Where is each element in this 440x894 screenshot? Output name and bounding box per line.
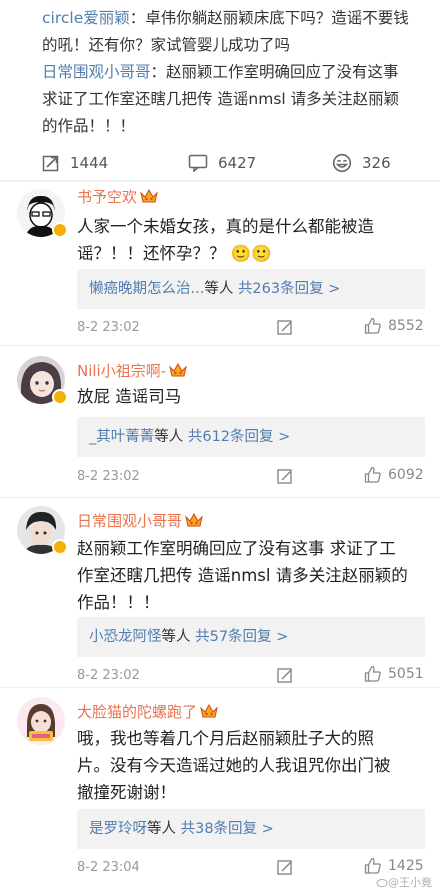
repost-text: ：卓伟你躺赵丽颖床底下吗？造谣不要钱 xyxy=(129,9,409,27)
watermark-text: @王小竟 xyxy=(388,876,432,889)
comment-line-text: 谣？！！还怀孕？？ xyxy=(77,244,226,263)
repost-line-5: 的作品！！！ xyxy=(42,117,136,135)
thumbs-up-icon xyxy=(364,317,381,334)
reply-icon[interactable] xyxy=(277,468,294,489)
smile-like-icon xyxy=(332,153,352,173)
reply-summary[interactable]: 是罗玲呀等人 共38条回复 > xyxy=(77,809,425,849)
vip-crown-icon xyxy=(200,703,218,718)
like-button[interactable]: 326 xyxy=(332,153,391,173)
comment-line: 人家一个未婚女孩，真的是什么都能被造 xyxy=(77,217,374,236)
emoji: 🙂🙂 xyxy=(230,244,272,263)
repost-icon xyxy=(42,155,59,172)
comment-line: 赵丽颖工作室明确回应了没有这事 求证了工 xyxy=(77,539,396,558)
reply-count-link[interactable]: 共38条回复 > xyxy=(181,821,274,837)
repost-button[interactable]: 1444 xyxy=(42,154,108,172)
reply-user[interactable]: _其叶菁菁 xyxy=(89,429,154,445)
reply-suffix: 等人 xyxy=(154,429,184,445)
reply-count-link[interactable]: 共57条回复 > xyxy=(195,629,288,645)
reply-user[interactable]: 懒癌晚期怎么治... xyxy=(89,281,204,297)
comment-username[interactable]: Nili小祖宗啊- xyxy=(77,360,188,381)
comment-line: 片。没有今天造谣过她的人我诅咒你出门被 xyxy=(77,756,391,775)
reply-icon[interactable] xyxy=(277,319,294,340)
comment-text: 赵丽颖工作室明确回应了没有这事 求证了工 作室还瞎几把传 造谣nmsl 请多关注… xyxy=(77,535,427,616)
repost-username[interactable]: 日常围观小哥哥 xyxy=(42,63,151,81)
comment-line: 撤撞死谢谢！ xyxy=(77,783,176,802)
thumbs-up-icon xyxy=(364,857,381,874)
reply-summary[interactable]: _其叶菁菁等人 共612条回复 > xyxy=(77,417,425,457)
comment-button[interactable]: 6427 xyxy=(188,154,256,172)
comment-item: 书予空欢 人家一个未婚女孩，真的是什么都能被造 谣？！！还怀孕？？ 🙂🙂 懒癌晚… xyxy=(0,182,440,346)
username-text: Nili小祖宗啊- xyxy=(77,362,167,380)
comment-like-button[interactable]: 8552 xyxy=(364,317,424,335)
comment-item: 大脸猫的陀螺跑了 哦，我也等着几个月后赵丽颖肚子大的照 片。没有今天造谣过她的人… xyxy=(0,688,440,894)
vip-crown-icon xyxy=(185,512,203,527)
comment-username[interactable]: 日常围观小哥哥 xyxy=(77,510,203,531)
like-count: 1425 xyxy=(388,858,424,874)
vip-crown-icon xyxy=(169,362,188,377)
thumbs-up-icon xyxy=(364,466,381,483)
repost-line-1: circle爱丽颖：卓伟你躺赵丽颖床底下吗？造谣不要钱 xyxy=(42,5,426,32)
vip-crown-icon xyxy=(140,188,158,203)
comment-icon xyxy=(188,154,208,172)
comment-text: 放屁 造谣司马 xyxy=(77,383,427,410)
like-count: 8552 xyxy=(388,318,424,334)
comment-like-button[interactable]: 5051 xyxy=(364,665,424,683)
comment-text: 人家一个未婚女孩，真的是什么都能被造 谣？！！还怀孕？？ 🙂🙂 xyxy=(77,213,427,267)
reply-count-link[interactable]: 共612条回复 > xyxy=(188,429,290,445)
reply-summary[interactable]: 小恐龙阿怪等人 共57条回复 > xyxy=(77,617,425,657)
comment-time: 8-2 23:02 xyxy=(77,469,140,484)
repost-line-4: 求证了工作室还瞎几把传 造谣nmsl 请多关注赵丽颖 xyxy=(42,90,400,108)
reply-suffix: 等人 xyxy=(204,281,234,297)
watermark: @王小竟 xyxy=(376,874,432,890)
like-count: 6092 xyxy=(388,467,424,483)
reposted-content: circle爱丽颖：卓伟你躺赵丽颖床底下吗？造谣不要钱 的吼！还有你？家试管婴儿… xyxy=(0,0,440,146)
comment-count: 6427 xyxy=(218,154,257,172)
comment-line: 哦，我也等着几个月后赵丽颖肚子大的照 xyxy=(77,729,374,748)
comment-line: 谣？！！还怀孕？？ 🙂🙂 xyxy=(77,240,427,267)
comment-username[interactable]: 书予空欢 xyxy=(77,186,158,207)
reply-icon[interactable] xyxy=(277,667,294,688)
verified-badge-icon xyxy=(52,389,68,405)
verified-badge-icon xyxy=(52,539,68,555)
repost-username[interactable]: circle爱丽颖 xyxy=(42,9,130,27)
like-count: 326 xyxy=(362,154,391,172)
reply-suffix: 等人 xyxy=(147,821,176,837)
comment-line: 作室还瞎几把传 造谣nmsl 请多关注赵丽颖的 xyxy=(77,566,408,585)
comment-time: 8-2 23:04 xyxy=(77,860,140,875)
comment-line: 放屁 造谣司马 xyxy=(77,387,182,406)
reply-user[interactable]: 是罗玲呀 xyxy=(89,821,147,837)
comment-username[interactable]: 大脸猫的陀螺跑了 xyxy=(77,701,218,722)
like-count: 5051 xyxy=(388,666,424,682)
username-text: 日常围观小哥哥 xyxy=(77,512,183,530)
reply-user[interactable]: 小恐龙阿怪 xyxy=(89,629,162,645)
post-action-bar: 1444 6427 326 xyxy=(0,146,440,180)
reply-suffix: 等人 xyxy=(161,629,191,645)
username-text: 大脸猫的陀螺跑了 xyxy=(77,703,198,721)
comment-time: 8-2 23:02 xyxy=(77,320,140,335)
weibo-logo-icon xyxy=(376,879,388,887)
username-text: 书予空欢 xyxy=(77,188,138,206)
comment-item: 日常围观小哥哥 赵丽颖工作室明确回应了没有这事 求证了工 作室还瞎几把传 造谣n… xyxy=(0,498,440,688)
reply-summary[interactable]: 懒癌晚期怎么治...等人 共263条回复 > xyxy=(77,269,425,309)
comment-like-button[interactable]: 1425 xyxy=(364,857,424,875)
repost-count: 1444 xyxy=(70,154,109,172)
comment-line: 作品！！！ xyxy=(77,593,160,612)
comment-like-button[interactable]: 6092 xyxy=(364,466,424,484)
avatar[interactable] xyxy=(17,697,65,745)
comment-text: 哦，我也等着几个月后赵丽颖肚子大的照 片。没有今天造谣过她的人我诅咒你出门被 撤… xyxy=(77,725,427,806)
reply-count-link[interactable]: 共263条回复 > xyxy=(238,281,340,297)
reply-icon[interactable] xyxy=(277,859,294,880)
comment-time: 8-2 23:02 xyxy=(77,668,140,683)
comment-item: Nili小祖宗啊- 放屁 造谣司马 _其叶菁菁等人 共612条回复 > 8-2 … xyxy=(0,346,440,498)
repost-line-3: 日常围观小哥哥：赵丽颖工作室明确回应了没有这事 xyxy=(42,59,426,86)
thumbs-up-icon xyxy=(364,665,381,682)
repost-text: ：赵丽颖工作室明确回应了没有这事 xyxy=(150,63,399,81)
repost-line-2: 的吼！还有你？家试管婴儿成功了吗 xyxy=(42,36,291,54)
verified-badge-icon xyxy=(52,222,68,238)
